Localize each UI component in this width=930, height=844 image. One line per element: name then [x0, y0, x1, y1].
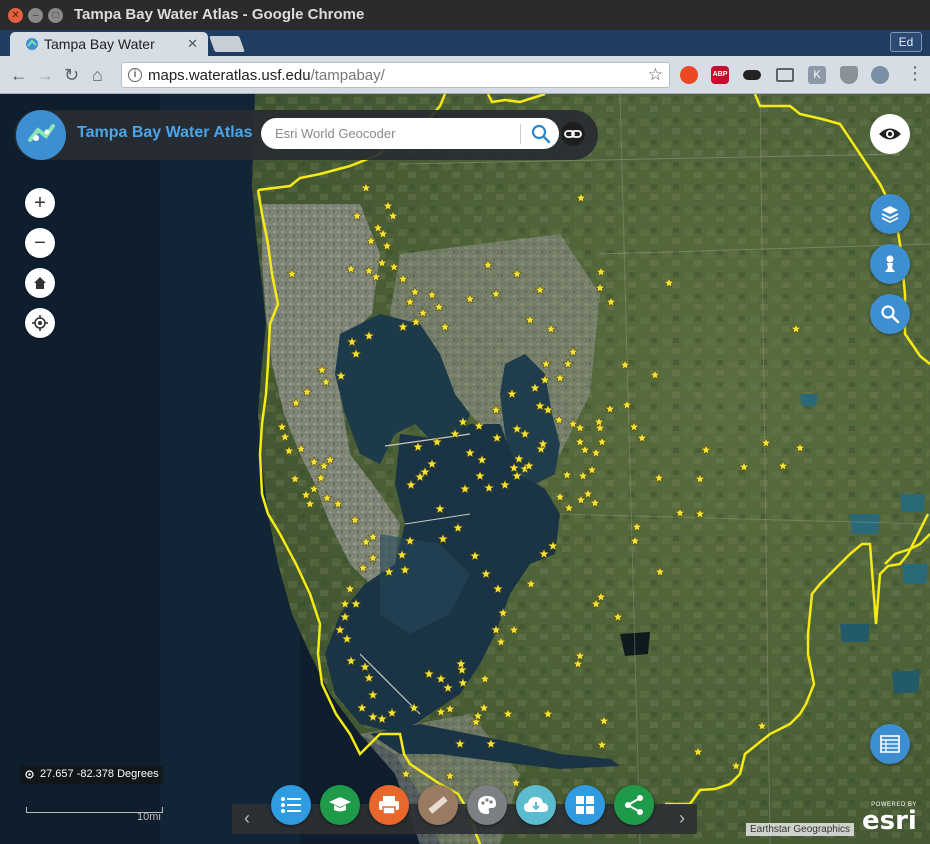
link-button[interactable]: [561, 122, 585, 146]
esri-logo[interactable]: POWERED BY esri: [862, 802, 917, 834]
toolbar-next-icon[interactable]: ›: [673, 808, 691, 829]
window-titlebar: ✕ – □ Tampa Bay Water Atlas - Google Chr…: [0, 0, 930, 30]
locate-button[interactable]: [25, 308, 55, 338]
home-extent-button[interactable]: [25, 268, 55, 298]
tab-title: Tampa Bay Water: [44, 36, 155, 52]
map-attribution: Earthstar Geographics: [746, 823, 855, 836]
download-tool-button[interactable]: [516, 785, 556, 825]
list-tool-button[interactable]: [271, 785, 311, 825]
person-extension-icon[interactable]: [871, 66, 889, 84]
print-tool-button[interactable]: [369, 785, 409, 825]
visibility-toggle-button[interactable]: [870, 114, 910, 154]
bookmark-star-icon[interactable]: ☆: [648, 65, 663, 85]
list-icon: [281, 797, 301, 813]
window-title: Tampa Bay Water Atlas - Google Chrome: [74, 6, 365, 23]
education-tool-button[interactable]: [320, 785, 360, 825]
table-icon: [880, 735, 900, 753]
layers-button[interactable]: [870, 194, 910, 234]
chrome-menu-icon[interactable]: ⋮: [906, 63, 924, 84]
search-icon[interactable]: [529, 123, 553, 145]
browser-tab[interactable]: Tampa Bay Water ✕: [10, 32, 208, 56]
cloud-download-icon: [524, 797, 548, 812]
browser-toolbar: ← → ↻ ⌂ i maps.wateratlas.usf.edu/tampab…: [0, 56, 930, 94]
mask-icon[interactable]: [743, 70, 761, 80]
pawn-icon: [885, 255, 895, 272]
search-divider: [520, 124, 521, 144]
coordinate-text: 27.657 -82.378 Degrees: [40, 768, 159, 780]
dashboard-tool-button[interactable]: [565, 785, 605, 825]
share-tool-button[interactable]: [614, 785, 654, 825]
window-close-button[interactable]: ✕: [8, 8, 23, 23]
attribute-table-button[interactable]: [870, 724, 910, 764]
identify-button[interactable]: [870, 244, 910, 284]
magnifier-icon: [881, 305, 900, 324]
layers-icon: [881, 206, 899, 224]
eye-icon: [879, 128, 901, 140]
home-icon[interactable]: ⌂: [92, 65, 103, 86]
satellite-basemap: [0, 94, 930, 844]
map-view[interactable]: Tampa Bay Water Atlas + −: [0, 94, 930, 844]
crosshair-icon: [32, 315, 48, 331]
plus-icon: +: [34, 191, 46, 214]
url-text[interactable]: maps.wateratlas.usf.edu/tampabay/: [148, 67, 385, 84]
app-title: Tampa Bay Water Atlas: [77, 124, 253, 141]
profile-button[interactable]: Ed: [890, 32, 922, 52]
address-bar[interactable]: i maps.wateratlas.usf.edu/tampabay/ ☆: [121, 62, 670, 88]
coordinate-target-icon: [25, 770, 34, 779]
search-box: [261, 118, 559, 149]
share-icon: [625, 795, 643, 815]
zoom-in-button[interactable]: +: [25, 188, 55, 218]
info-icon[interactable]: i: [128, 68, 142, 82]
app-header: Tampa Bay Water Atlas: [14, 110, 598, 160]
ruler-icon: [428, 796, 448, 814]
draw-tool-button[interactable]: [467, 785, 507, 825]
grid-icon: [576, 796, 594, 814]
printer-icon: [379, 796, 399, 815]
shield-icon[interactable]: [840, 66, 858, 84]
palette-icon: [478, 796, 496, 814]
water-atlas-favicon-icon: [26, 38, 38, 50]
home-icon: [34, 277, 46, 289]
back-arrow-icon[interactable]: ←: [10, 65, 28, 86]
search-tool-button[interactable]: [870, 294, 910, 334]
link-icon: [564, 130, 582, 138]
adblock-plus-icon[interactable]: ABP: [711, 66, 729, 84]
water-atlas-logo-icon[interactable]: [16, 110, 66, 160]
window-minimize-button[interactable]: –: [28, 8, 43, 23]
stumbleupon-icon[interactable]: [680, 66, 698, 84]
tab-close-icon[interactable]: ✕: [187, 36, 198, 52]
cast-icon[interactable]: [776, 68, 794, 82]
geocoder-search-input[interactable]: [275, 122, 505, 144]
minus-icon: −: [34, 231, 46, 254]
scale-label: 10mi: [137, 811, 161, 823]
url-host: maps.wateratlas.usf.edu: [148, 67, 311, 84]
measure-tool-button[interactable]: [418, 785, 458, 825]
zoom-out-button[interactable]: −: [25, 228, 55, 258]
esri-wordmark: esri: [862, 806, 917, 836]
k-extension-icon[interactable]: K: [808, 66, 826, 84]
graduation-cap-icon: [329, 797, 351, 812]
new-tab-button[interactable]: [209, 36, 245, 52]
coordinate-readout[interactable]: 27.657 -82.378 Degrees: [20, 766, 163, 784]
window-maximize-button[interactable]: □: [48, 8, 63, 23]
toolbar-prev-icon[interactable]: ‹: [238, 808, 256, 829]
tab-strip: Tampa Bay Water ✕ Ed: [0, 30, 930, 56]
url-path: /tampabay/: [310, 67, 385, 84]
forward-arrow-icon[interactable]: →: [36, 65, 54, 86]
reload-icon[interactable]: ↻: [64, 65, 79, 86]
